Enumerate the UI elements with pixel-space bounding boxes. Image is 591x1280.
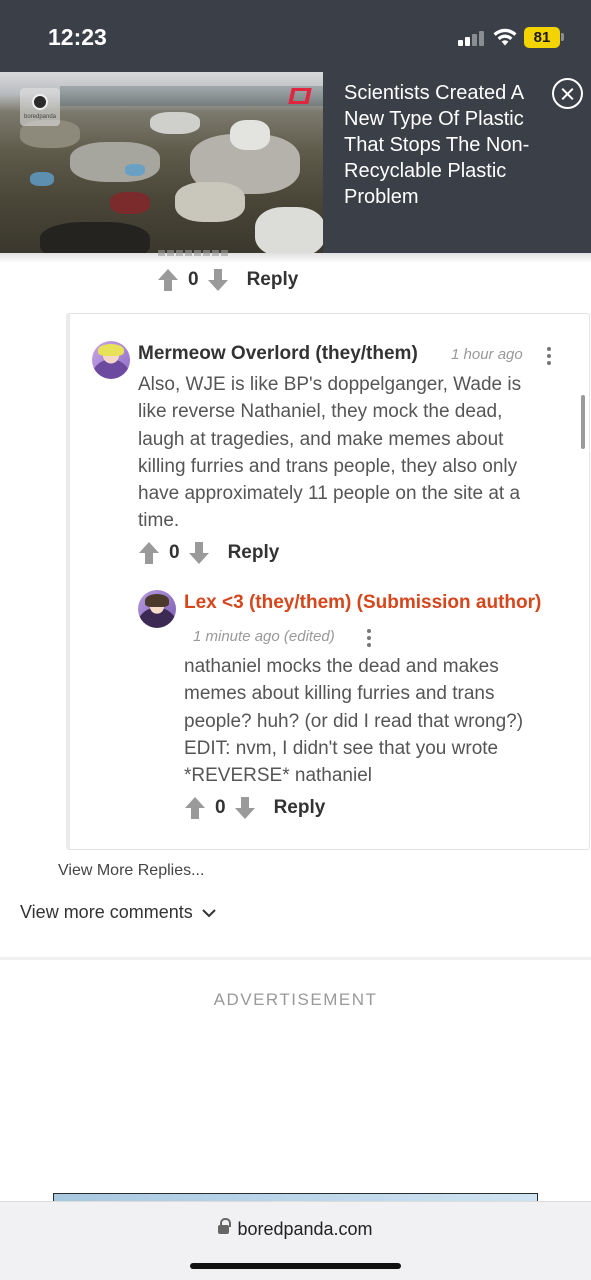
- upvote-arrow-icon[interactable]: [138, 541, 160, 565]
- sponsored-article-banner[interactable]: boredpanda Scientists Created A New Type…: [0, 72, 591, 253]
- avatar[interactable]: [92, 341, 130, 379]
- close-icon[interactable]: [552, 78, 583, 109]
- ad-thumbnail-image[interactable]: boredpanda: [0, 72, 323, 253]
- url-display[interactable]: boredpanda.com: [0, 1218, 591, 1240]
- clipped-text-fragment: [158, 244, 258, 256]
- upvote-arrow-icon[interactable]: [184, 796, 206, 820]
- downvote-arrow-icon[interactable]: [188, 541, 210, 565]
- section-divider: [0, 957, 591, 960]
- upvote-arrow-icon[interactable]: [157, 268, 179, 292]
- wifi-icon: [493, 28, 517, 46]
- cellular-signal-icon: [458, 30, 486, 46]
- comment-body: nathaniel mocks the dead and makes memes…: [184, 656, 524, 787]
- lock-icon: [218, 1218, 232, 1236]
- comment-author[interactable]: Lex <3 (they/them) (Submission author): [184, 592, 541, 614]
- battery-nub: [561, 33, 564, 41]
- view-more-replies-link[interactable]: View More Replies...: [58, 862, 204, 880]
- comment-timestamp: 1 hour ago: [451, 346, 523, 363]
- more-options-icon[interactable]: [546, 347, 552, 367]
- browser-address-bar[interactable]: boredpanda.com: [0, 1201, 591, 1280]
- status-time: 12:23: [48, 24, 107, 50]
- comment-actions: 0 Reply: [138, 539, 279, 567]
- battery-icon: 81: [524, 27, 560, 48]
- advertisement-label: ADVERTISEMENT: [213, 990, 378, 1009]
- chevron-down-icon: [202, 908, 216, 917]
- comment-timestamp: 1 minute ago (edited): [193, 628, 335, 645]
- ad-headline[interactable]: Scientists Created A New Type Of Plastic…: [344, 80, 544, 210]
- parent-comment-actions: 0 Reply: [157, 266, 298, 294]
- boredpanda-logo: boredpanda: [20, 88, 60, 126]
- status-bar: 12:23 81: [0, 0, 591, 72]
- reply-button[interactable]: Reply: [274, 797, 326, 819]
- comment-actions: 0 Reply: [184, 794, 325, 822]
- banner-shadow: [0, 253, 591, 263]
- home-indicator[interactable]: [190, 1263, 401, 1269]
- vote-score: 0: [215, 797, 226, 818]
- vote-score: 0: [169, 542, 180, 563]
- comment-author[interactable]: Mermeow Overlord (they/them): [138, 343, 418, 365]
- scrollbar[interactable]: [581, 395, 585, 449]
- comment-body: Also, WJE is like BP's doppelganger, Wad…: [138, 374, 522, 532]
- downvote-arrow-icon[interactable]: [207, 268, 229, 292]
- url-text: boredpanda.com: [237, 1219, 373, 1239]
- view-more-comments-label: View more comments: [20, 902, 193, 922]
- reply-button[interactable]: Reply: [228, 542, 280, 564]
- view-more-comments-link[interactable]: View more comments: [20, 902, 217, 923]
- red-bracket-mark-icon: [288, 88, 312, 104]
- downvote-arrow-icon[interactable]: [234, 796, 256, 820]
- more-options-icon[interactable]: [366, 629, 372, 649]
- vote-score: 0: [188, 269, 199, 290]
- reply-button[interactable]: Reply: [247, 269, 299, 291]
- avatar[interactable]: [138, 590, 176, 628]
